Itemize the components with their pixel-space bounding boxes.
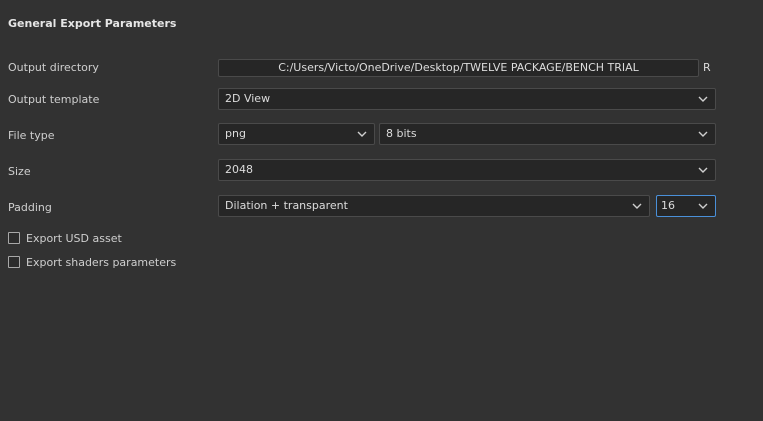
chevron-down-icon [697, 94, 709, 104]
output-template-label: Output template [8, 93, 100, 106]
bit-depth-value: 8 bits [386, 127, 417, 140]
checkbox-unchecked-icon[interactable] [8, 232, 20, 244]
padding-mode-value: Dilation + transparent [225, 199, 348, 212]
export-usd-option[interactable]: Export USD asset [8, 231, 122, 245]
export-shaders-option[interactable]: Export shaders parameters [8, 255, 176, 269]
output-directory-field[interactable]: C:/Users/Victo/OneDrive/Desktop/TWELVE P… [218, 59, 699, 77]
chevron-down-icon [697, 165, 709, 175]
checkbox-unchecked-icon[interactable] [8, 256, 20, 268]
padding-amount-dropdown[interactable]: 16 [656, 195, 716, 217]
padding-amount-value: 16 [661, 199, 675, 212]
file-format-value: png [225, 127, 246, 140]
export-shaders-label: Export shaders parameters [26, 255, 177, 269]
size-dropdown[interactable]: 2048 [218, 159, 716, 181]
size-value: 2048 [225, 163, 253, 176]
export-parameters-panel: General Export Parameters Output directo… [0, 0, 763, 421]
output-directory-label: Output directory [8, 61, 99, 74]
padding-mode-dropdown[interactable]: Dilation + transparent [218, 195, 650, 217]
output-template-dropdown[interactable]: 2D View [218, 88, 716, 110]
chevron-down-icon [697, 201, 709, 211]
chevron-down-icon [631, 201, 643, 211]
file-format-dropdown[interactable]: png [218, 123, 375, 145]
bit-depth-dropdown[interactable]: 8 bits [379, 123, 716, 145]
padding-label: Padding [8, 201, 52, 214]
file-type-label: File type [8, 129, 55, 142]
size-label: Size [8, 165, 31, 178]
section-title: General Export Parameters [8, 17, 177, 30]
output-directory-value: C:/Users/Victo/OneDrive/Desktop/TWELVE P… [278, 61, 639, 74]
chevron-down-icon [356, 129, 368, 139]
output-template-value: 2D View [225, 92, 271, 105]
output-directory-reset-button[interactable]: R [703, 61, 711, 74]
export-usd-label: Export USD asset [26, 231, 122, 245]
chevron-down-icon [697, 129, 709, 139]
